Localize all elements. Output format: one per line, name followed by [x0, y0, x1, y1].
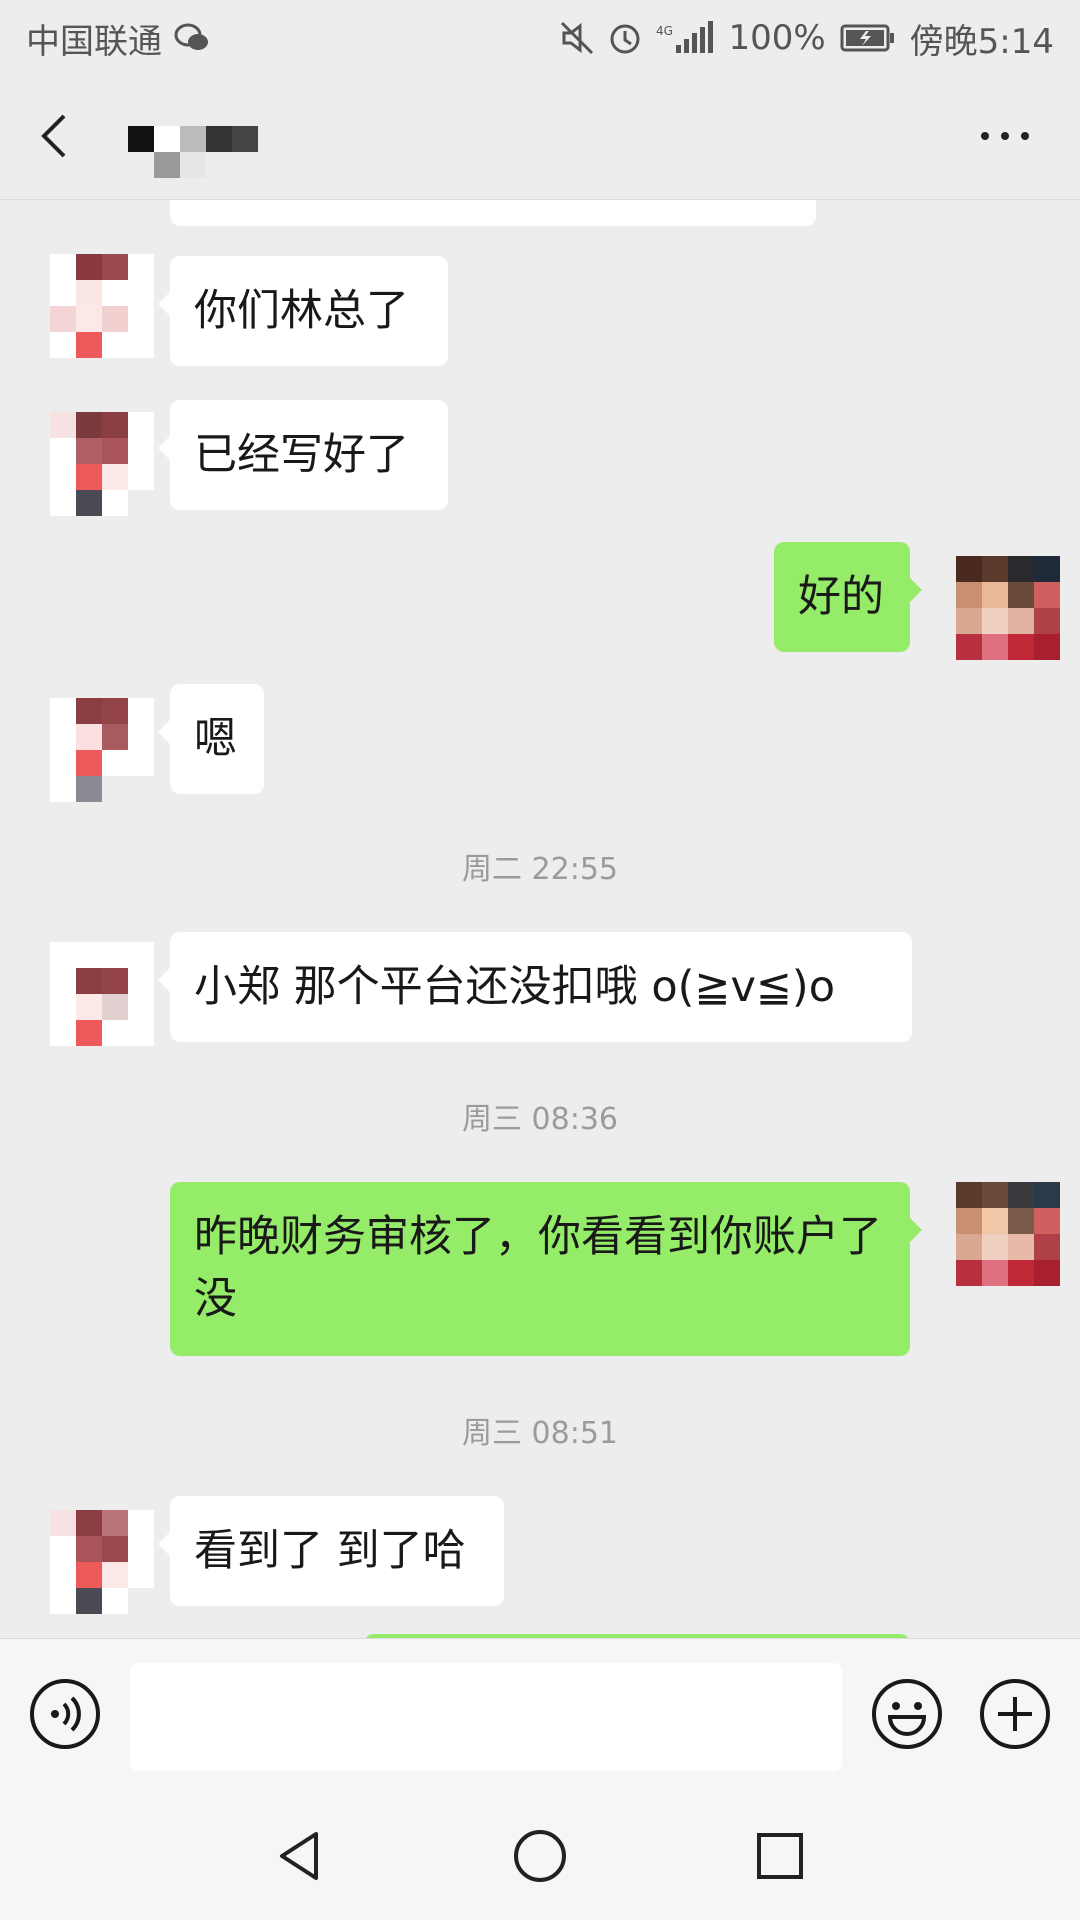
message-bubble[interactable]: 小郑 那个平台还没扣哦 o(≧v≦)o [158, 932, 912, 1042]
more-button[interactable] [970, 116, 1040, 156]
triangle-back-icon [280, 1832, 318, 1880]
status-left: 中国联通 [26, 14, 210, 63]
plus-icon [980, 1679, 1050, 1749]
system-back-button[interactable] [270, 1826, 330, 1886]
network-label: 4G [656, 24, 673, 38]
contact-avatar[interactable] [50, 254, 154, 358]
battery-percent: 100% [728, 18, 826, 58]
square-recents-icon [757, 1833, 803, 1879]
contact-avatar[interactable] [50, 698, 154, 802]
more-dots-icon [981, 132, 1029, 140]
system-navigation-bar [0, 1798, 1080, 1920]
system-recents-button[interactable] [750, 1826, 810, 1886]
message-bubble[interactable]: 你们林总了 [158, 256, 448, 366]
status-right: 4G 100% 傍晚5:14 [560, 14, 1054, 63]
plus-button[interactable] [978, 1677, 1052, 1751]
clock-label: 傍晚5:14 [909, 21, 1054, 62]
chevron-left-icon [41, 114, 66, 158]
input-bar [0, 1638, 1080, 1798]
circle-home-icon [514, 1830, 566, 1882]
mute-icon [560, 21, 594, 55]
voice-icon [30, 1679, 100, 1749]
message-bubble[interactable]: 已经写好了 [158, 400, 448, 510]
wechat-icon [174, 23, 210, 53]
self-avatar[interactable] [956, 1182, 1060, 1286]
alarm-icon [608, 21, 642, 55]
contact-avatar[interactable] [50, 412, 154, 516]
message-bubble-partial[interactable] [170, 200, 816, 226]
message-timestamp: 周三 08:51 [462, 1416, 618, 1451]
signal-icon: 4G [656, 21, 714, 55]
message-bubble[interactable]: 嗯 [158, 684, 264, 794]
contact-avatar[interactable] [50, 1510, 154, 1614]
status-bar: 中国联通 4G 100% 傍晚5:14 [0, 0, 1080, 76]
carrier-label: 中国联通 [26, 21, 162, 62]
message-timestamp: 周二 22:55 [462, 852, 618, 887]
chat-title-redacted [128, 126, 258, 178]
message-bubble-self[interactable]: 好的 [774, 542, 922, 652]
chat-header [0, 76, 1080, 200]
contact-avatar[interactable] [50, 942, 154, 1046]
chat-message-list[interactable]: 你们林总了 已经写好了 好的 嗯 周二 22:55 小郑 那个平台还没扣哦 o(… [0, 200, 1080, 1638]
message-bubble[interactable]: 看到了 到了哈 [158, 1496, 504, 1606]
voice-button[interactable] [28, 1677, 102, 1751]
system-home-button[interactable] [510, 1826, 570, 1886]
contact-avatar[interactable] [50, 200, 154, 252]
emoji-button[interactable] [870, 1677, 944, 1751]
message-bubble-self[interactable]: 昨晚财务审核了，你看看到你账户了没 [170, 1182, 922, 1356]
emoji-icon [872, 1679, 942, 1749]
battery-charging-icon [840, 23, 896, 53]
back-button[interactable] [30, 106, 90, 166]
self-avatar[interactable] [956, 556, 1060, 660]
message-input[interactable] [130, 1663, 842, 1771]
message-timestamp: 周三 08:36 [462, 1102, 618, 1137]
